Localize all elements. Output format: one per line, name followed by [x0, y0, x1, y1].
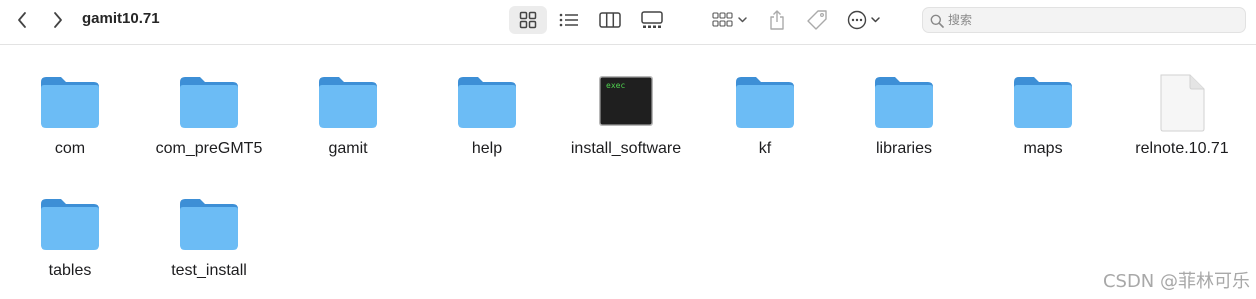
- file-name: install_software: [570, 140, 682, 157]
- folder-icon: [318, 74, 378, 134]
- group-button[interactable]: [708, 6, 752, 34]
- folder-icon: [40, 74, 100, 134]
- forward-button[interactable]: [48, 8, 68, 32]
- folder-icon: [179, 74, 239, 134]
- gallery-icon: [641, 11, 663, 28]
- tag-icon: [807, 10, 827, 30]
- folder-icon: [1013, 74, 1073, 134]
- search-icon: [930, 14, 944, 28]
- ellipsis-circle-icon: [847, 10, 880, 30]
- file-name: com_preGMT5: [155, 140, 263, 157]
- folder-icon: [457, 74, 517, 134]
- more-actions-button[interactable]: [845, 6, 885, 34]
- file-name: relnote.10.71: [1135, 140, 1229, 157]
- watermark: CSDN @菲林可乐: [1102, 271, 1250, 292]
- chevron-left-icon: [18, 12, 26, 28]
- group-icon: [712, 12, 747, 27]
- tag-button[interactable]: [804, 6, 830, 34]
- search-field[interactable]: [922, 7, 1246, 33]
- search-input[interactable]: [948, 10, 1238, 30]
- columns-icon: [599, 12, 621, 28]
- file-name: com: [54, 140, 86, 157]
- terminal-exec-icon: exec: [596, 74, 656, 134]
- file-name: maps: [1023, 140, 1063, 157]
- share-button[interactable]: [765, 6, 789, 34]
- file-name: test_install: [171, 262, 247, 279]
- window-title: gamit10.71: [82, 10, 160, 27]
- icon-view-button[interactable]: [509, 6, 547, 34]
- list-view-button[interactable]: [553, 6, 585, 34]
- file-name: help: [471, 140, 503, 157]
- list-icon: [559, 13, 578, 27]
- file-name: kf: [758, 140, 772, 157]
- grid-icon: [519, 11, 537, 29]
- file-name: gamit: [328, 140, 368, 157]
- folder-icon: [40, 196, 100, 256]
- folder-icon: [179, 196, 239, 256]
- back-button[interactable]: [12, 8, 32, 32]
- share-icon: [770, 10, 784, 30]
- exec-badge: exec: [606, 81, 625, 90]
- file-name: tables: [48, 262, 92, 279]
- gallery-view-button[interactable]: [636, 6, 668, 34]
- document-icon: [1152, 74, 1212, 134]
- folder-icon: [735, 74, 795, 134]
- toolbar: gamit10.71: [0, 0, 1256, 45]
- column-view-button[interactable]: [594, 6, 626, 34]
- file-name: libraries: [875, 140, 932, 157]
- chevron-right-icon: [54, 12, 62, 28]
- folder-icon: [874, 74, 934, 134]
